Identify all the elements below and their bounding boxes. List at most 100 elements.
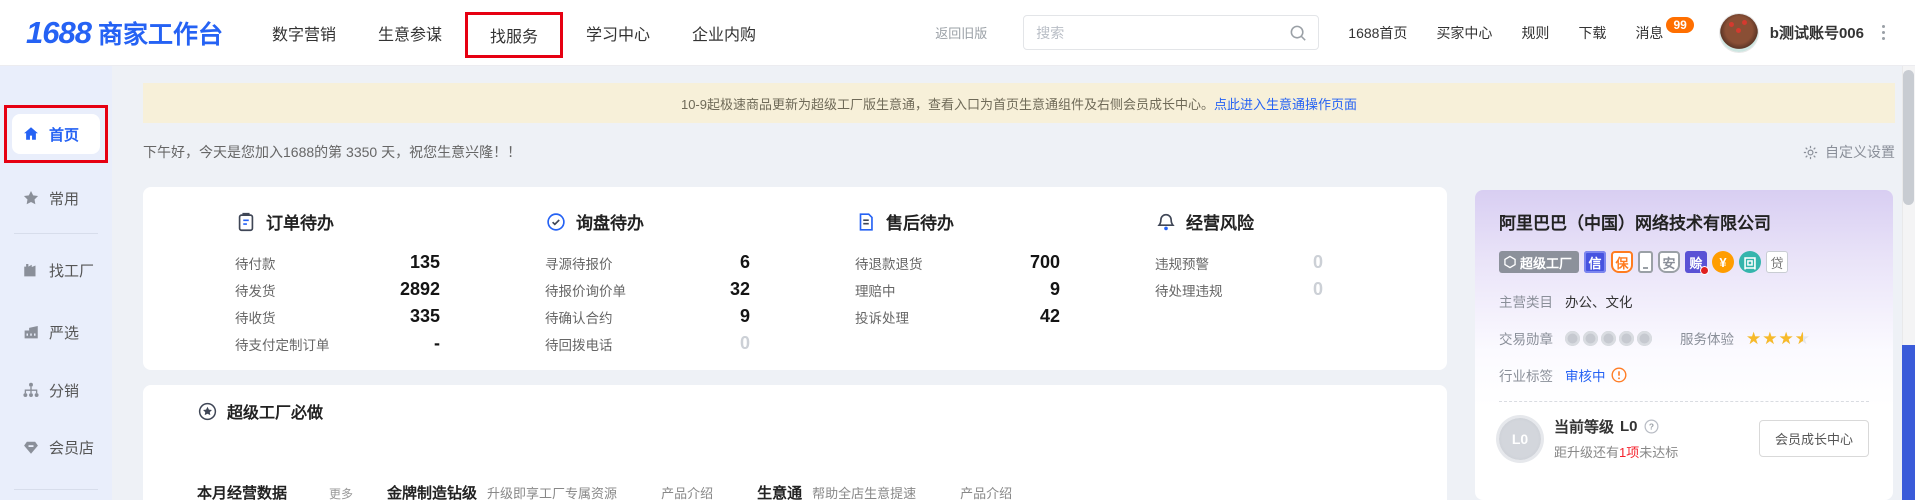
- customize-settings-label: 自定义设置: [1825, 142, 1895, 162]
- notice-banner: 10-9起极速商品更新为超级工厂版生意通，查看入口为首页生意通组件及右侧会员成长…: [143, 83, 1895, 123]
- todo-row-label: 理赔中: [855, 280, 896, 300]
- member-growth-center-button[interactable]: 会员成长中心: [1759, 420, 1869, 457]
- todo-row-label: 待支付定制订单: [235, 334, 330, 354]
- todo-row-value: 9: [1050, 279, 1060, 300]
- quick-link-1[interactable]: 1688首页: [1348, 23, 1407, 43]
- factory-item-8[interactable]: 产品介绍: [960, 483, 1012, 500]
- company-badge-回[interactable]: 回: [1739, 251, 1761, 273]
- quick-link-3[interactable]: 规则: [1521, 23, 1549, 43]
- todo-row-value: 135: [410, 252, 440, 273]
- todo-row-待确认合约[interactable]: 待确认合约9: [545, 303, 750, 330]
- sidebar-item-label: 找工厂: [49, 260, 94, 281]
- notice-banner-text: 10-9起极速商品更新为超级工厂版生意通，查看入口为首页生意通组件及右侧会员成长…: [681, 94, 1214, 113]
- back-to-old-version-link[interactable]: 返回旧版: [935, 23, 987, 42]
- quick-link-4[interactable]: 下载: [1578, 23, 1606, 43]
- clipboard-icon: [235, 211, 257, 233]
- super-factory-badge[interactable]: 超级工厂: [1499, 251, 1579, 273]
- right-edge-blue-bar[interactable]: [1902, 345, 1915, 500]
- nav-item-2[interactable]: 生意参谋: [357, 21, 463, 45]
- todo-row-label: 待发货: [235, 280, 276, 300]
- todo-row-value: 2892: [400, 279, 440, 300]
- search-icon[interactable]: [1288, 23, 1308, 43]
- todo-row-待处理违规[interactable]: 待处理违规0: [1155, 276, 1323, 303]
- search-input[interactable]: [1036, 25, 1288, 41]
- todo-row-待退款退货[interactable]: 待退款退货700: [855, 249, 1060, 276]
- todo-row-待付款[interactable]: 待付款 135: [235, 249, 440, 276]
- todo-row-待报价询价单[interactable]: 待报价询价单32: [545, 276, 750, 303]
- messages-count-badge: 99: [1666, 17, 1693, 33]
- sidebar-item-找工厂[interactable]: 找工厂: [12, 250, 100, 290]
- nav-item-1[interactable]: 数字营销: [251, 21, 357, 45]
- account-name[interactable]: b测试账号006: [1770, 22, 1864, 43]
- company-badge-安[interactable]: 安: [1658, 251, 1680, 273]
- todo-section-title: 订单待办: [266, 209, 334, 234]
- company-badge-¥[interactable]: ¥: [1712, 251, 1734, 273]
- factory-item-2[interactable]: 更多: [329, 485, 353, 500]
- todo-row-寻源待报价[interactable]: 寻源待报价6: [545, 249, 750, 276]
- todo-section-售后待办: 售后待办待退款退货700理赔中9投诉处理42: [795, 209, 1121, 370]
- nav-item-5[interactable]: 企业内购: [671, 21, 777, 45]
- sidebar-divider: [14, 489, 98, 490]
- factory-item-1[interactable]: 本月经营数据: [197, 482, 287, 500]
- page-scrollbar-thumb[interactable]: [1903, 70, 1914, 205]
- factory-item-4[interactable]: 升级即享工厂专属资源: [487, 483, 617, 500]
- factory-item-3[interactable]: 金牌制造钻级: [387, 482, 477, 500]
- sidebar-item-常用[interactable]: 常用: [12, 178, 100, 218]
- company-badge-贷[interactable]: 贷: [1766, 251, 1788, 273]
- todo-rows: 违规预警0待处理违规0: [1155, 249, 1447, 303]
- todo-row-待回拨电话[interactable]: 待回拨电话0: [545, 330, 750, 357]
- factory-item-7[interactable]: 帮助全店生意提速: [812, 483, 916, 500]
- todo-row-label: 待收货: [235, 307, 276, 327]
- service-star-fill: ★★★★: [1746, 330, 1803, 347]
- avatar[interactable]: [1720, 14, 1758, 52]
- customize-settings[interactable]: 自定义设置: [1802, 142, 1895, 162]
- todo-row-投诉处理[interactable]: 投诉处理42: [855, 303, 1060, 330]
- todo-row-label: 投诉处理: [855, 307, 909, 327]
- factory-item-5[interactable]: 产品介绍: [661, 483, 713, 500]
- inquiry-icon: [545, 211, 567, 233]
- sidebar-item-label: 会员店: [49, 437, 94, 458]
- hexagon-icon: [1503, 255, 1517, 269]
- sidebar-item-严选[interactable]: 严选: [12, 312, 100, 352]
- greeting-row: 下午好，今天是您加入1688的第 3350 天，祝您生意兴隆！！ 自定义设置: [143, 138, 1895, 166]
- todo-row-label: 待付款: [235, 253, 276, 273]
- todo-row-待收货[interactable]: 待收货335: [235, 303, 440, 330]
- main-nav: 数字营销生意参谋找服务学习中心企业内购: [251, 8, 777, 58]
- company-badge-phone[interactable]: [1638, 251, 1653, 273]
- industry-tag-row: 行业标签 审核中: [1499, 365, 1869, 385]
- todo-row-待支付定制订单[interactable]: 待支付定制订单-: [235, 330, 440, 357]
- company-badge-保[interactable]: 保: [1611, 251, 1633, 273]
- sidebar-item-首页[interactable]: 首页: [12, 114, 100, 154]
- kebab-menu-icon[interactable]: [1878, 21, 1889, 44]
- factory-item-6[interactable]: 生意通: [757, 482, 802, 500]
- level-upgrade-hint: 距升级还有1项未达标: [1554, 442, 1759, 461]
- todo-row-value: 9: [740, 306, 750, 327]
- nav-item-4[interactable]: 学习中心: [565, 21, 671, 45]
- quick-link-2[interactable]: 买家中心: [1436, 23, 1492, 43]
- todo-row-value: 0: [1313, 279, 1323, 300]
- todo-row-value: 32: [730, 279, 750, 300]
- level-hint-prefix: 距升级还有: [1554, 445, 1619, 460]
- todo-row-违规预警[interactable]: 违规预警0: [1155, 249, 1323, 276]
- company-badge-赊[interactable]: 赊: [1685, 251, 1707, 273]
- logo-workbench-text: 商家工作台: [98, 15, 223, 51]
- notice-banner-link[interactable]: 点此进入生意通操作页面: [1214, 94, 1357, 113]
- sidebar-item-分销[interactable]: 分销: [12, 370, 100, 410]
- sidebar-item-会员店[interactable]: 会员店: [12, 427, 100, 467]
- industry-tag-status-link[interactable]: 审核中: [1565, 365, 1606, 385]
- todo-row-理赔中[interactable]: 理赔中 9: [855, 276, 1060, 303]
- current-level-label: 当前等级: [1554, 416, 1614, 437]
- warning-icon[interactable]: [1611, 367, 1627, 383]
- svg-text:?: ?: [1648, 421, 1653, 431]
- messages-link[interactable]: 消息 99: [1635, 23, 1693, 43]
- todo-section-订单待办: 订单待办待付款 135 待发货 2892 待收货335待支付定制订单-: [143, 209, 469, 370]
- nav-item-3[interactable]: 找服务: [465, 12, 563, 58]
- panel-divider: [1499, 401, 1869, 402]
- todo-row-待发货[interactable]: 待发货 2892: [235, 276, 440, 303]
- greeting-text: 下午好，今天是您加入1688的第 3350 天，祝您生意兴隆！！: [143, 142, 521, 162]
- logo-1688[interactable]: 1688 商家工作台: [26, 15, 223, 51]
- level-medal-icon: L0: [1499, 418, 1541, 460]
- question-circle-icon[interactable]: ?: [1644, 419, 1659, 434]
- company-badge-信[interactable]: 信: [1584, 251, 1606, 273]
- level-hint-count: 1项: [1619, 445, 1639, 460]
